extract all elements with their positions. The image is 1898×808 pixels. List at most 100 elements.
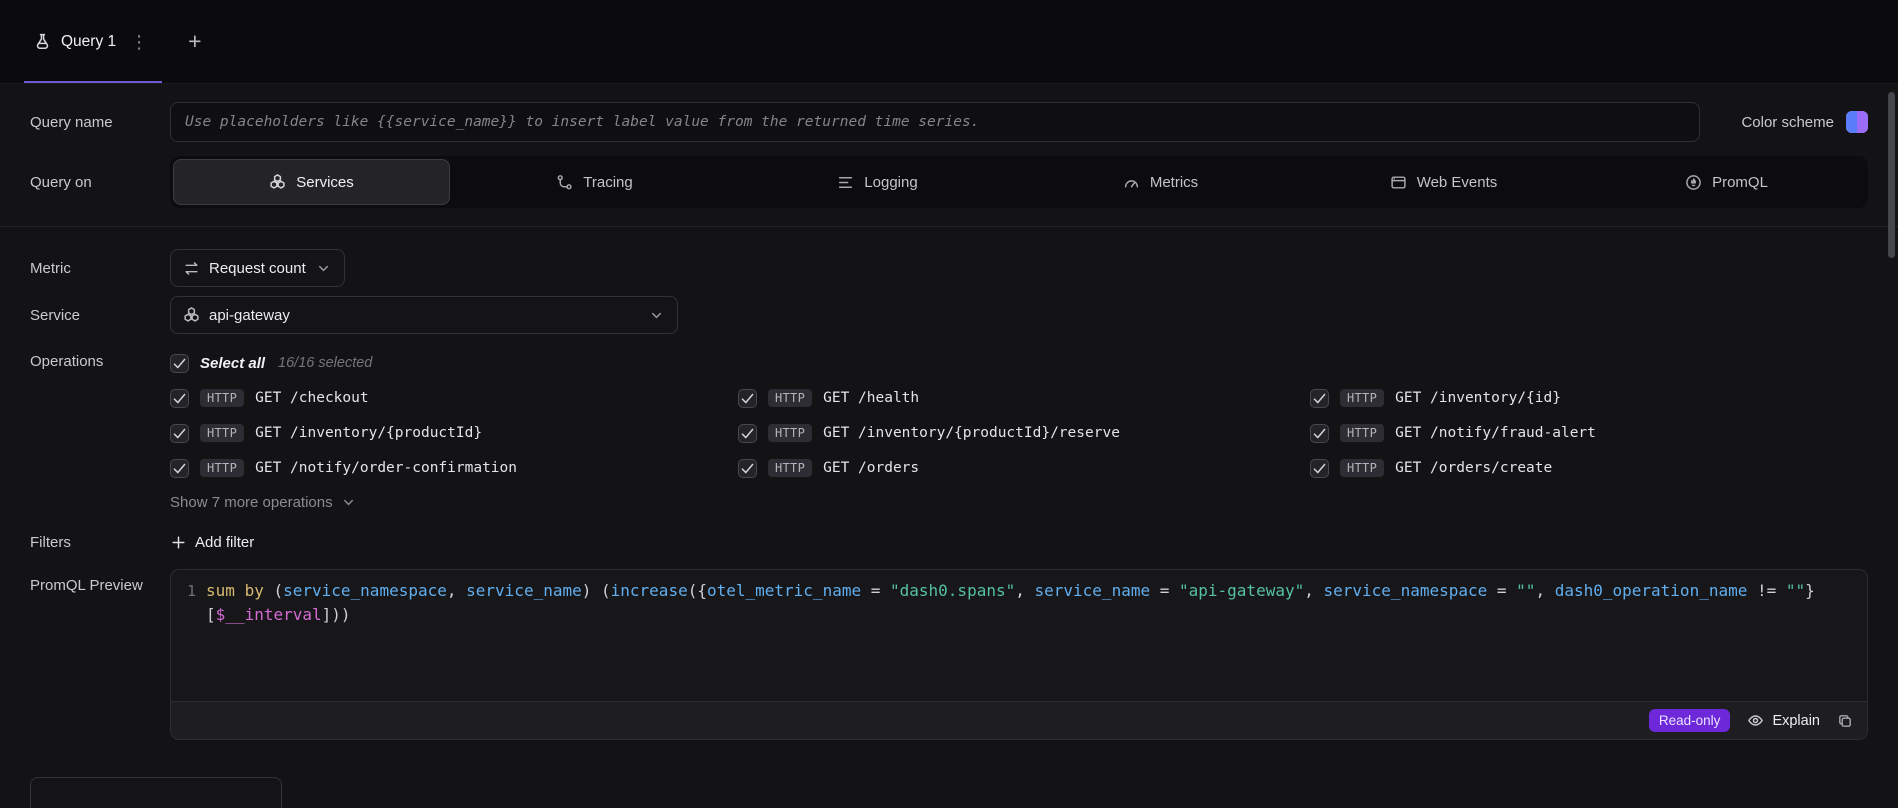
query-on-tab-services[interactable]: Services (173, 159, 450, 205)
operation-checkbox[interactable] (170, 389, 189, 408)
explain-button[interactable]: Explain (1747, 712, 1820, 729)
tab-label: Query 1 (61, 33, 116, 51)
promql-code: sum by (service_namespace, service_name)… (206, 579, 1867, 692)
add-filter-label: Add filter (195, 534, 254, 551)
color-scheme-swatch[interactable] (1846, 111, 1868, 133)
scrollbar-thumb[interactable] (1888, 92, 1895, 258)
operation-path: GET /notify/fraud-alert (1395, 425, 1596, 441)
metric-label: Metric (30, 260, 170, 277)
color-scheme-group: Color scheme (1741, 111, 1868, 133)
query-on-tab-tracing[interactable]: Tracing (456, 159, 733, 205)
check-icon (1311, 390, 1328, 407)
select-all-label: Select all (200, 355, 265, 372)
show-more-operations-button[interactable]: Show 7 more operations (170, 494, 357, 511)
service-icon (183, 307, 200, 324)
editor-toolbar: Read-only Explain (171, 701, 1867, 739)
operation-checkbox[interactable] (738, 424, 757, 443)
query-editor-app: Query 1 ⋮ + Query name Color scheme Quer… (0, 0, 1898, 808)
operation-checkbox[interactable] (738, 389, 757, 408)
check-icon (171, 460, 188, 477)
metric-value: Request count (209, 260, 306, 277)
protocol-badge: HTTP (1340, 459, 1384, 477)
plus-icon (170, 534, 187, 551)
services-icon (269, 174, 286, 191)
metric-select[interactable]: Request count (170, 249, 345, 287)
operations-row: Operations Select all 16/16 selected HTT… (30, 352, 1868, 512)
query-on-tab-web-events[interactable]: Web Events (1305, 159, 1582, 205)
operation-checkbox[interactable] (170, 424, 189, 443)
show-more-label: Show 7 more operations (170, 494, 333, 511)
query-name-label: Query name (30, 114, 170, 131)
operation-path: GET /inventory/{productId}/reserve (823, 425, 1120, 441)
query-on-tab-label: Web Events (1417, 174, 1498, 191)
operation-checkbox[interactable] (1310, 389, 1329, 408)
query-on-tab-label: PromQL (1712, 174, 1768, 191)
next-section-dropdown[interactable] (30, 777, 282, 808)
tab-query-1[interactable]: Query 1 ⋮ (24, 0, 162, 83)
operation-path: GET /orders (823, 460, 919, 476)
query-name-input[interactable] (170, 102, 1700, 142)
protocol-badge: HTTP (200, 389, 244, 407)
operation-checkbox[interactable] (1310, 459, 1329, 478)
read-only-badge: Read-only (1649, 709, 1731, 732)
explain-label: Explain (1772, 713, 1820, 729)
protocol-badge: HTTP (200, 459, 244, 477)
operation-checkbox[interactable] (170, 459, 189, 478)
query-on-row: Query on Services Tracing Logging Metrics We… (30, 156, 1868, 208)
protocol-badge: HTTP (768, 389, 812, 407)
operation-checkbox[interactable] (1310, 424, 1329, 443)
service-value: api-gateway (209, 307, 290, 324)
query-on-tabs: Services Tracing Logging Metrics Web Events P… (170, 156, 1868, 208)
check-icon (171, 425, 188, 442)
operation-item: HTTP GET /notify/fraud-alert (1310, 422, 1868, 444)
query-editor-form: Query name Color scheme Query on Service… (0, 102, 1898, 808)
operation-path: GET /inventory/{productId} (255, 425, 482, 441)
add-filter-button[interactable]: Add filter (170, 534, 254, 551)
service-label: Service (30, 307, 170, 324)
add-query-tab-button[interactable]: + (188, 30, 201, 53)
copy-icon (1837, 713, 1853, 729)
filters-label: Filters (30, 534, 170, 551)
section-divider (0, 226, 1898, 227)
query-name-row: Query name Color scheme (30, 102, 1868, 142)
chevron-down-icon (315, 260, 332, 277)
operation-checkbox[interactable] (738, 459, 757, 478)
operation-item: HTTP GET /checkout (170, 387, 738, 409)
color-scheme-label: Color scheme (1741, 114, 1834, 131)
operation-item: HTTPGET /inventory/{id} (1310, 387, 1868, 409)
check-icon (1311, 460, 1328, 477)
query-on-tab-label: Logging (864, 174, 917, 191)
query-on-tab-logging[interactable]: Logging (739, 159, 1016, 205)
web-events-icon (1390, 174, 1407, 191)
operations-label: Operations (30, 352, 170, 370)
operation-path: GET /checkout (255, 390, 369, 406)
copy-button[interactable] (1837, 713, 1853, 729)
query-on-label: Query on (30, 174, 170, 191)
service-select[interactable]: api-gateway (170, 296, 678, 334)
operation-item: HTTPGET /health (738, 387, 1310, 409)
operation-path: GET /inventory/{id} (1395, 390, 1561, 406)
selected-count: 16/16 selected (278, 355, 372, 371)
query-on-tab-label: Tracing (583, 174, 632, 191)
flask-icon (34, 33, 51, 50)
select-all-checkbox[interactable] (170, 354, 189, 373)
query-on-tab-metrics[interactable]: Metrics (1022, 159, 1299, 205)
operations-grid: HTTPGET /checkoutHTTPGET /healthHTTPGET … (170, 387, 1868, 479)
operation-item: HTTP GET /inventory/{productId}/reserve (738, 422, 1310, 444)
protocol-badge: HTTP (1340, 424, 1384, 442)
check-icon (171, 390, 188, 407)
metrics-icon (1123, 174, 1140, 191)
swatch-right-half (1857, 111, 1868, 133)
check-icon (739, 460, 756, 477)
promql-editor: 1 sum by (service_namespace, service_nam… (170, 569, 1868, 740)
code-area[interactable]: 1 sum by (service_namespace, service_nam… (171, 570, 1867, 701)
protocol-badge: HTTP (768, 459, 812, 477)
query-on-tab-label: Metrics (1150, 174, 1198, 191)
query-on-tab-promql[interactable]: PromQL (1588, 159, 1865, 205)
chevron-down-icon (340, 494, 357, 511)
line-number: 1 (171, 579, 206, 692)
promql-preview-row: PromQL Preview 1 sum by (service_namespa… (30, 569, 1868, 740)
tab-options-button[interactable]: ⋮ (130, 33, 148, 51)
protocol-badge: HTTP (768, 424, 812, 442)
query-tabs-bar: Query 1 ⋮ + (0, 0, 1898, 84)
